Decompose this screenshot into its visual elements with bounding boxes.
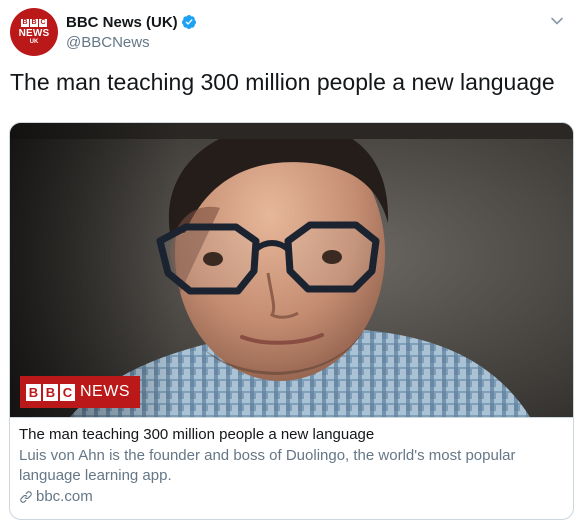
author-handle[interactable]: @BBCNews <box>66 34 197 51</box>
author-name-row: BBC News (UK) <box>66 12 197 32</box>
card-domain-row: bbc.com <box>19 488 564 505</box>
badge-block-b1: B <box>26 383 41 401</box>
author-info: BBC News (UK) @BBCNews <box>66 12 197 51</box>
card-body[interactable]: The man teaching 300 million people a ne… <box>10 417 573 519</box>
avatar-bbc-blocks: B B C <box>21 18 47 27</box>
badge-block-c: C <box>60 383 75 401</box>
card-description: Luis von Ahn is the founder and boss of … <box>19 447 516 484</box>
avatar[interactable]: B B C NEWS UK <box>10 8 58 56</box>
card-photo <box>10 123 573 417</box>
avatar-block-b1: B <box>21 18 29 27</box>
chevron-down-icon[interactable] <box>550 14 564 28</box>
card-domain: bbc.com <box>36 488 93 505</box>
verified-badge-icon <box>181 15 196 29</box>
avatar-block-b2: B <box>30 18 38 27</box>
badge-block-b2: B <box>43 383 58 401</box>
badge-news-text: NEWS <box>80 383 130 400</box>
link-icon <box>20 490 32 503</box>
link-card[interactable]: B B C NEWS The man teaching 300 million … <box>9 122 574 520</box>
avatar-block-c: C <box>39 18 47 27</box>
card-image[interactable]: B B C NEWS <box>10 123 573 417</box>
avatar-news-text: NEWS <box>18 27 50 39</box>
author-display-name[interactable]: BBC News (UK) <box>66 14 178 31</box>
avatar-region-text: UK <box>29 38 39 45</box>
bbc-news-logo: B B C NEWS <box>20 376 140 408</box>
card-title: The man teaching 300 million people a ne… <box>19 426 375 443</box>
badge-bbc-blocks: B B C <box>26 383 75 401</box>
tweet-text: The man teaching 300 million people a ne… <box>10 69 555 95</box>
tweet-header: B B C NEWS UK BBC News (UK) @BBCNews <box>10 8 570 58</box>
